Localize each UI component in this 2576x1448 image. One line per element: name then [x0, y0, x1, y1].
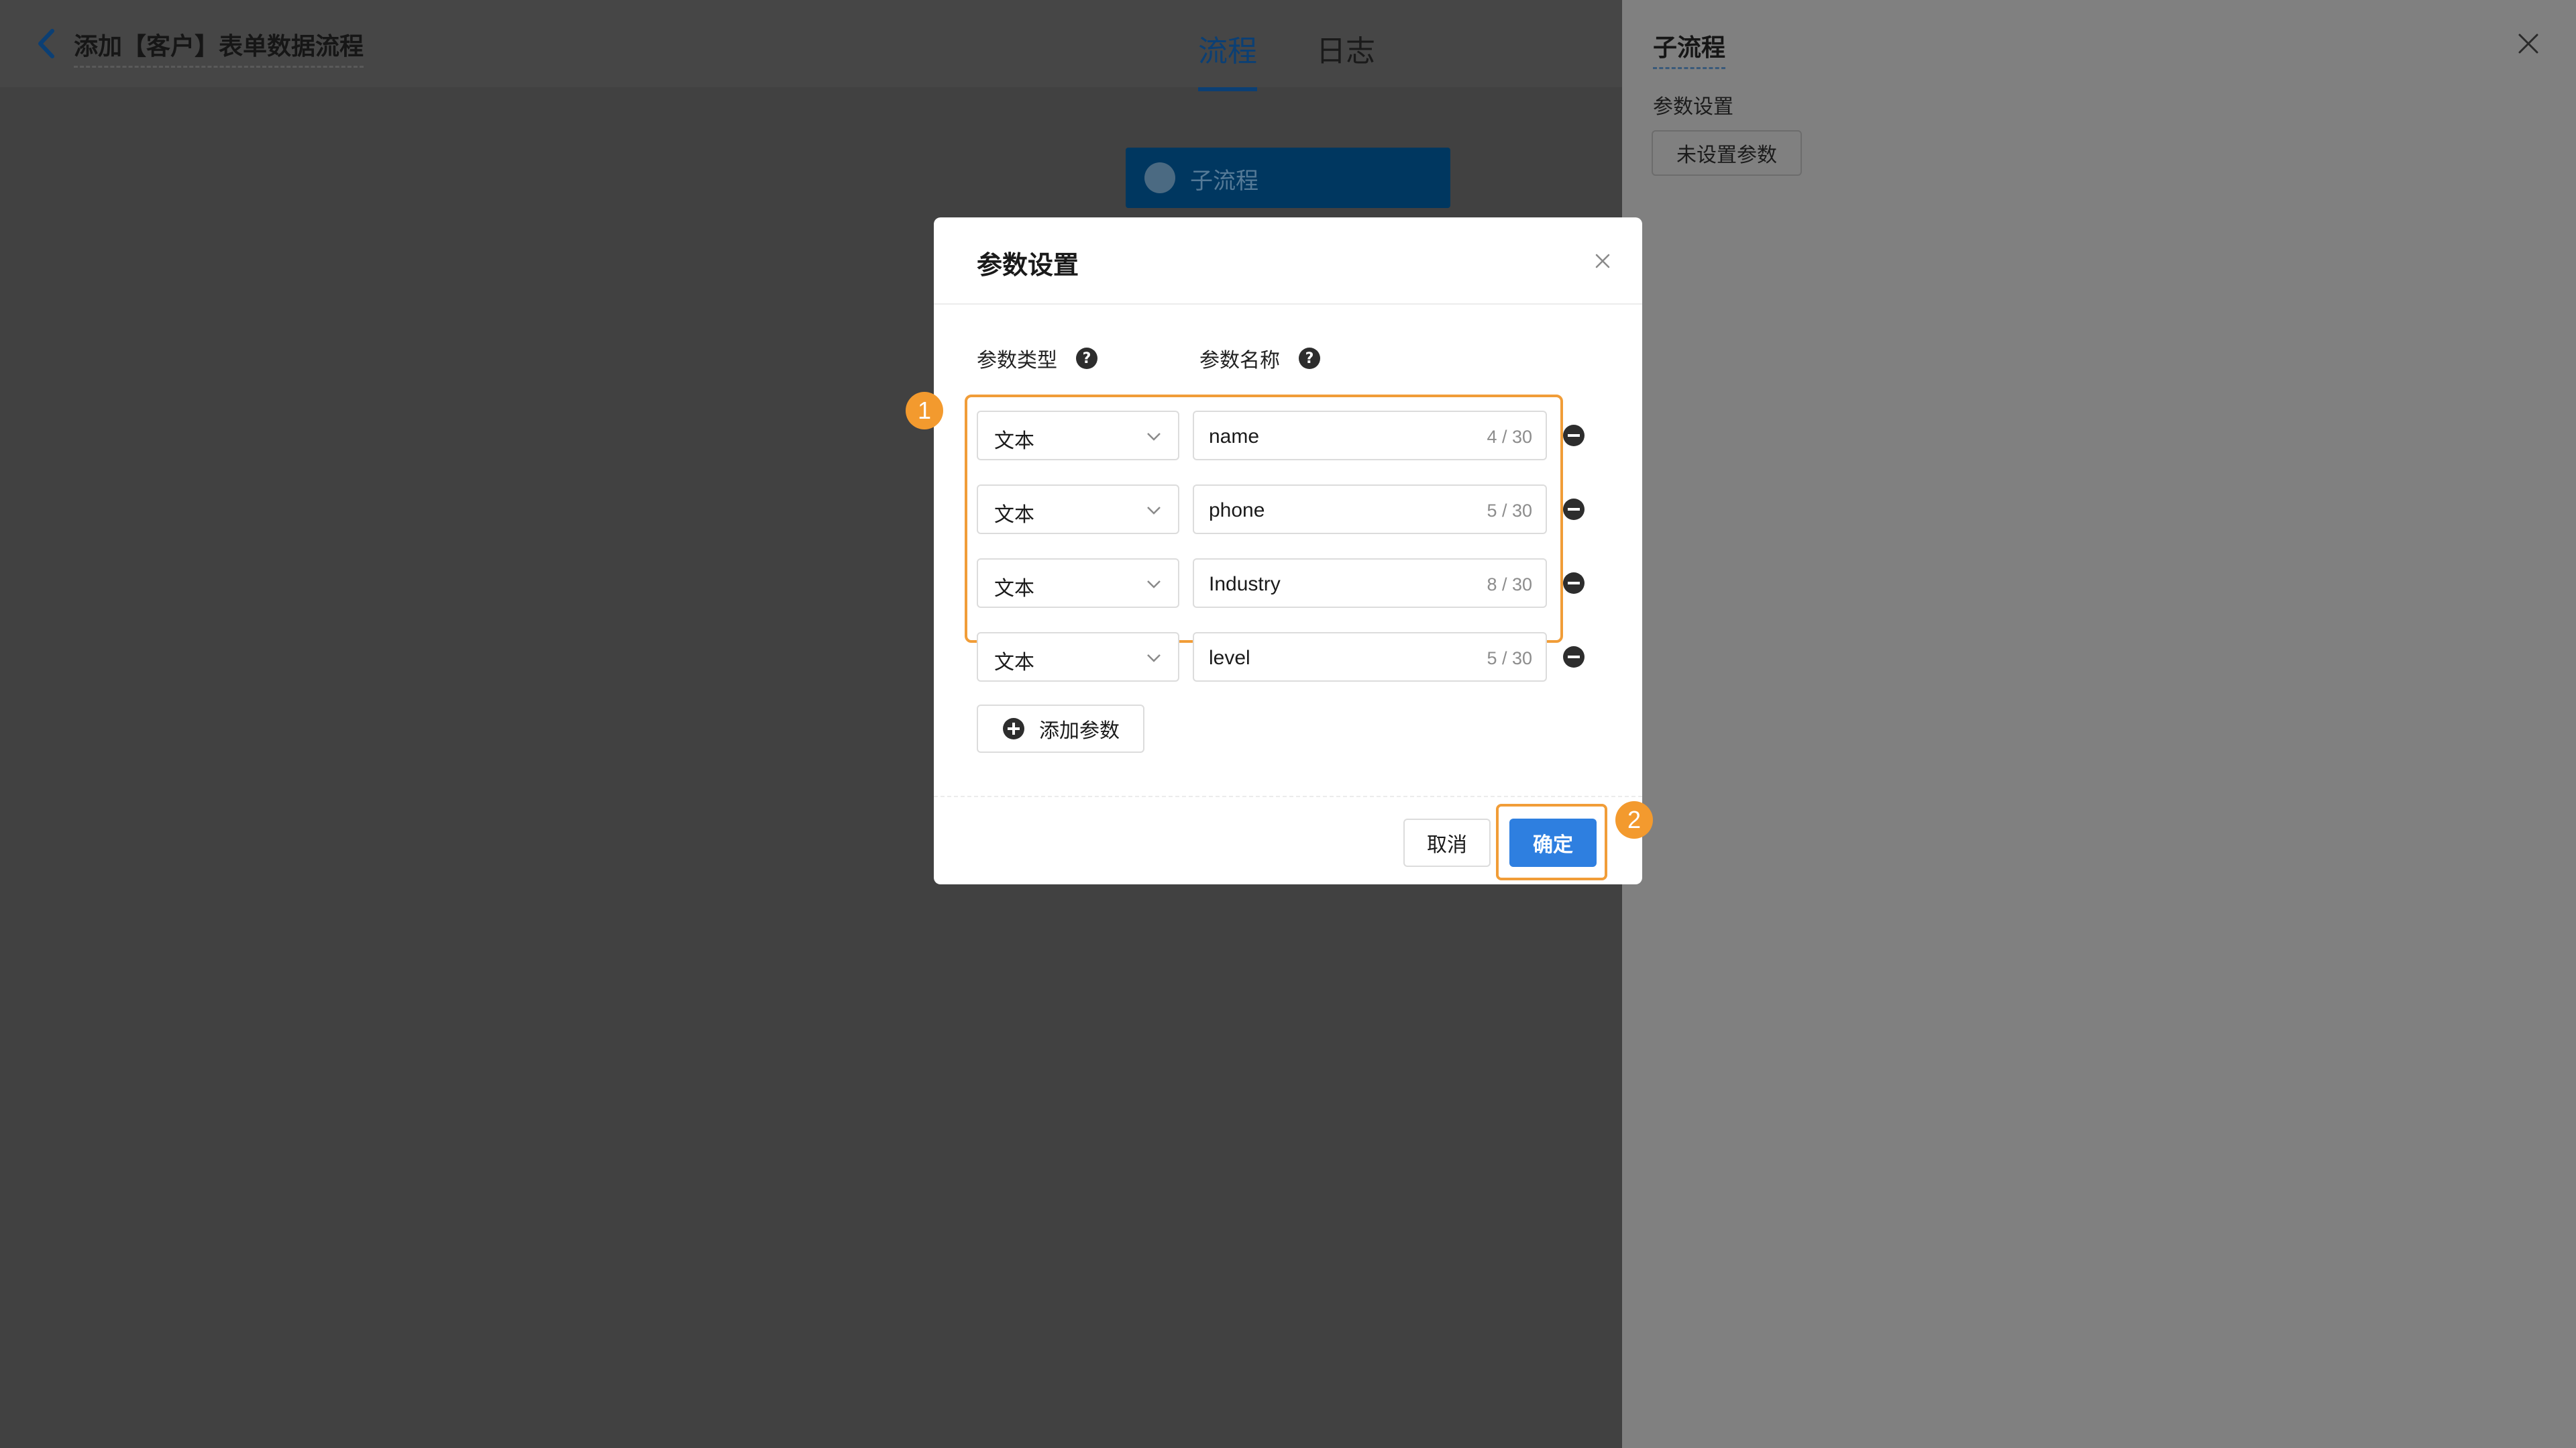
subprocess-icon: [1144, 162, 1175, 193]
chevron-down-icon: [1147, 654, 1161, 662]
back-arrow-icon[interactable]: [32, 27, 59, 60]
confirm-button[interactable]: 确定: [1509, 819, 1597, 867]
chevron-down-icon: [1147, 507, 1161, 515]
top-bar: 添加【客户】表单数据流程 流程 日志: [0, 0, 1622, 91]
param-type-value: 文本: [994, 577, 1034, 601]
param-name-value: Industry: [1209, 573, 1281, 595]
close-icon[interactable]: [1593, 251, 1613, 271]
chevron-down-icon: [1147, 433, 1161, 441]
param-row: 文本 name 4 / 30: [977, 411, 1585, 460]
param-type-value: 文本: [994, 503, 1034, 527]
param-type-select[interactable]: 文本: [977, 558, 1179, 608]
remove-param-icon[interactable]: [1562, 497, 1586, 521]
param-name-value: level: [1209, 647, 1250, 669]
column-label-type: 参数类型 ?: [977, 344, 1097, 373]
unset-params-button[interactable]: 未设置参数: [1652, 130, 1802, 176]
subprocess-node[interactable]: 子流程: [1126, 148, 1450, 208]
plus-circle-icon: [1003, 718, 1024, 739]
footer-divider: [934, 796, 1642, 797]
remove-param-icon[interactable]: [1562, 423, 1586, 448]
param-type-select[interactable]: 文本: [977, 411, 1179, 460]
param-row: 文本 level 5 / 30: [977, 632, 1585, 682]
char-count: 5 / 30: [1487, 501, 1532, 521]
param-name-input[interactable]: phone 5 / 30: [1193, 484, 1547, 534]
flow-title[interactable]: 添加【客户】表单数据流程: [74, 27, 364, 68]
help-icon[interactable]: ?: [1299, 348, 1320, 369]
param-settings-label: 参数设置: [1653, 95, 1733, 119]
modal-header: 参数设置: [934, 217, 1642, 305]
param-type-select[interactable]: 文本: [977, 484, 1179, 534]
param-row: 文本 phone 5 / 30: [977, 484, 1585, 534]
annotation-badge-2: 2: [1615, 801, 1653, 839]
column-label-name: 参数名称 ?: [1199, 344, 1320, 373]
tab-log[interactable]: 日志: [1316, 27, 1375, 70]
param-name-value: phone: [1209, 499, 1265, 521]
modal-title: 参数设置: [977, 250, 1079, 280]
add-param-label: 添加参数: [1039, 719, 1120, 743]
remove-param-icon[interactable]: [1562, 645, 1586, 669]
param-name-input[interactable]: name 4 / 30: [1193, 411, 1547, 460]
annotation-badge-1: 1: [906, 392, 943, 429]
add-param-button[interactable]: 添加参数: [977, 705, 1144, 753]
char-count: 8 / 30: [1487, 574, 1532, 594]
panel-title[interactable]: 子流程: [1653, 28, 1726, 69]
subprocess-node-label: 子流程: [1190, 168, 1258, 195]
cancel-button[interactable]: 取消: [1403, 819, 1491, 867]
close-icon[interactable]: [2514, 30, 2542, 58]
param-name-input[interactable]: level 5 / 30: [1193, 632, 1547, 682]
param-type-value: 文本: [994, 429, 1034, 453]
param-name-value: name: [1209, 425, 1260, 448]
chevron-down-icon: [1147, 580, 1161, 588]
char-count: 4 / 30: [1487, 427, 1532, 447]
tab-flow[interactable]: 流程: [1198, 27, 1257, 91]
param-name-input[interactable]: Industry 8 / 30: [1193, 558, 1547, 608]
param-type-select[interactable]: 文本: [977, 632, 1179, 682]
param-row: 文本 Industry 8 / 30: [977, 558, 1585, 608]
char-count: 5 / 30: [1487, 648, 1532, 668]
remove-param-icon[interactable]: [1562, 571, 1586, 595]
column-name-text: 参数名称: [1199, 349, 1280, 372]
param-settings-modal: 参数设置 参数类型 ? 参数名称 ? 1 文本 name 4 / 30 文本 p…: [906, 217, 1653, 884]
param-type-value: 文本: [994, 651, 1034, 674]
column-type-text: 参数类型: [977, 349, 1057, 372]
side-panel: 子流程 参数设置 未设置参数: [1622, 0, 2576, 1448]
help-icon[interactable]: ?: [1076, 348, 1097, 369]
